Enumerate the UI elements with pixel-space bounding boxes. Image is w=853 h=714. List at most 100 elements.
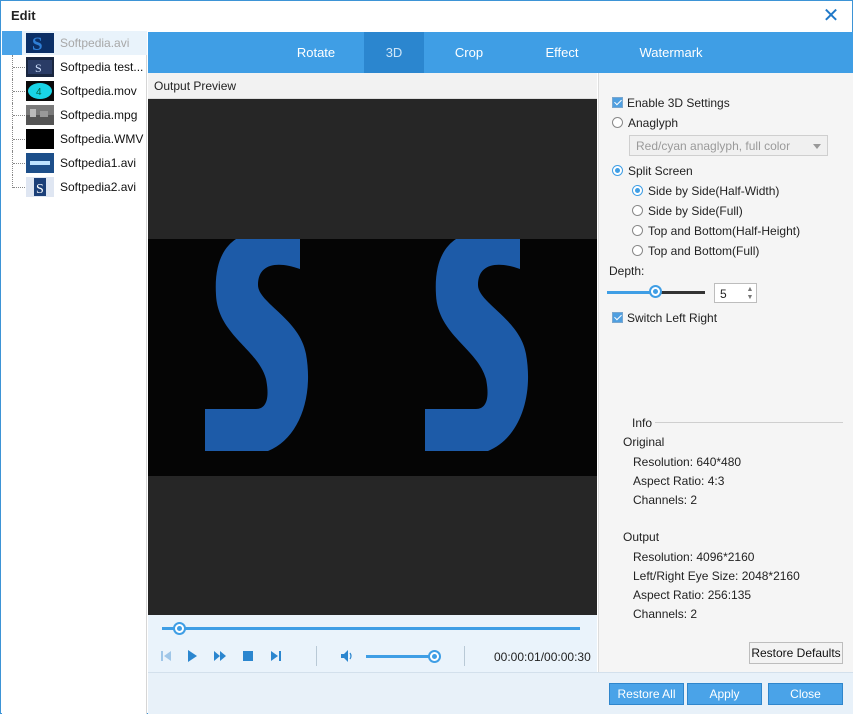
file-item[interactable]: S Softpedia test....	[2, 55, 147, 79]
output-channels: Channels: 2	[633, 607, 698, 621]
radio-selected-icon	[612, 165, 623, 176]
output-aspect-ratio: Aspect Ratio: 256:135	[633, 588, 752, 602]
tab-bar: Rotate 3D Crop Effect Watermark	[148, 32, 853, 73]
file-item[interactable]: S Softpedia.avi	[2, 31, 147, 55]
tab-crop[interactable]: Crop	[424, 32, 514, 73]
svg-text:4: 4	[36, 87, 42, 98]
option-label: Side by Side(Full)	[648, 204, 743, 218]
tree-connector	[12, 79, 25, 103]
tab-effect[interactable]: Effect	[514, 32, 610, 73]
file-thumbnail	[26, 153, 54, 173]
file-item[interactable]: Softpedia.mpg	[2, 103, 147, 127]
info-divider	[651, 422, 843, 423]
option-label: Side by Side(Half-Width)	[648, 184, 780, 198]
enable-3d-label: Enable 3D Settings	[627, 96, 730, 110]
file-thumbnail: S	[26, 177, 54, 197]
previous-frame-icon[interactable]	[158, 648, 174, 664]
option-top-bottom-full[interactable]: Top and Bottom(Full)	[632, 244, 759, 258]
volume-handle[interactable]	[428, 650, 441, 663]
info-heading: Info	[629, 416, 656, 430]
file-thumbnail	[26, 129, 54, 149]
spin-down-icon[interactable]: ▼	[746, 294, 754, 301]
output-eye-size: Left/Right Eye Size: 2048*2160	[633, 569, 800, 583]
stop-icon[interactable]	[240, 648, 256, 664]
progress-handle[interactable]	[173, 622, 186, 635]
svg-text:S: S	[32, 34, 43, 53]
video-preview	[148, 99, 597, 615]
original-aspect-ratio: Aspect Ratio: 4:3	[633, 474, 725, 488]
radio-icon	[632, 205, 643, 216]
file-item[interactable]: 4 Softpedia.mov	[2, 79, 147, 103]
enable-3d-checkbox[interactable]: Enable 3D Settings	[612, 96, 730, 110]
window-title: Edit	[11, 8, 36, 23]
title-bar: Edit ✕	[1, 1, 852, 31]
selection-marker	[2, 31, 22, 55]
file-thumbnail: S	[26, 33, 54, 53]
restore-all-button[interactable]: Restore All	[609, 683, 684, 705]
checkbox-checked-icon	[612, 312, 623, 323]
preview-header: Output Preview	[148, 73, 597, 99]
depth-handle[interactable]	[649, 285, 662, 298]
tab-3d[interactable]: 3D	[364, 32, 424, 73]
file-thumbnail: 4	[26, 81, 54, 101]
anaglyph-select[interactable]: Red/cyan anaglyph, full color	[629, 135, 828, 156]
split-screen-radio[interactable]: Split Screen	[612, 164, 693, 178]
radio-icon	[632, 225, 643, 236]
depth-spinner[interactable]: 5 ▲ ▼	[714, 283, 757, 303]
depth-label: Depth:	[609, 264, 645, 278]
tree-connector	[12, 103, 25, 127]
radio-icon	[612, 117, 623, 128]
tab-rotate[interactable]: Rotate	[268, 32, 364, 73]
svg-text:S: S	[36, 182, 44, 197]
restore-defaults-button[interactable]: Restore Defaults	[749, 642, 843, 664]
split-screen-label: Split Screen	[628, 164, 693, 178]
footer-bar: Restore All Apply Close	[148, 672, 853, 714]
original-resolution: Resolution: 640*480	[633, 455, 742, 469]
output-heading: Output	[623, 530, 660, 544]
progress-track[interactable]	[162, 627, 580, 630]
depth-value: 5	[720, 287, 727, 301]
file-item[interactable]: Softpedia1.avi	[2, 151, 147, 175]
radio-selected-icon	[632, 185, 643, 196]
chevron-down-icon	[813, 144, 821, 149]
tree-connector	[12, 55, 25, 79]
close-icon[interactable]: ✕	[820, 5, 842, 27]
anaglyph-radio[interactable]: Anaglyph	[612, 116, 678, 130]
separator	[464, 646, 465, 666]
tree-connector	[12, 151, 25, 175]
edit-window: Edit ✕ S Softpedia.avi S Softpedia test.…	[0, 0, 853, 714]
file-list: S Softpedia.avi S Softpedia test.... 4 S…	[2, 31, 147, 714]
tab-watermark[interactable]: Watermark	[610, 32, 732, 73]
fast-forward-icon[interactable]	[212, 648, 228, 664]
checkbox-checked-icon	[612, 97, 623, 108]
spin-up-icon[interactable]: ▲	[746, 286, 754, 293]
next-frame-icon[interactable]	[268, 648, 284, 664]
file-name: Softpedia.mpg	[60, 108, 138, 122]
volume-icon[interactable]	[339, 648, 355, 664]
separator	[316, 646, 317, 666]
original-channels: Channels: 2	[633, 493, 698, 507]
file-item[interactable]: Softpedia.WMV	[2, 127, 147, 151]
video-frame	[148, 239, 597, 476]
tree-connector	[12, 127, 25, 151]
file-thumbnail	[26, 105, 54, 125]
switch-left-right-checkbox[interactable]: Switch Left Right	[612, 311, 717, 325]
preview-label: Output Preview	[154, 79, 237, 93]
anaglyph-select-value: Red/cyan anaglyph, full color	[636, 139, 791, 153]
settings-panel: Enable 3D Settings Anaglyph Red/cyan ana…	[598, 73, 853, 672]
file-item[interactable]: S Softpedia2.avi	[2, 175, 147, 199]
tree-connector	[12, 175, 25, 188]
switch-left-right-label: Switch Left Right	[627, 311, 718, 325]
option-side-by-side-half[interactable]: Side by Side(Half-Width)	[632, 184, 779, 198]
file-name: Softpedia1.avi	[60, 156, 137, 170]
close-button[interactable]: Close	[768, 683, 843, 705]
option-side-by-side-full[interactable]: Side by Side(Full)	[632, 204, 743, 218]
time-display: 00:00:01/00:00:30	[494, 650, 591, 664]
apply-button[interactable]: Apply	[687, 683, 762, 705]
anaglyph-label: Anaglyph	[628, 116, 679, 130]
option-top-bottom-half[interactable]: Top and Bottom(Half-Height)	[632, 224, 800, 238]
play-icon[interactable]	[184, 648, 200, 664]
file-name: Softpedia.WMV	[60, 132, 144, 146]
file-name: Softpedia.mov	[60, 84, 137, 98]
file-name: Softpedia.avi	[60, 36, 130, 50]
